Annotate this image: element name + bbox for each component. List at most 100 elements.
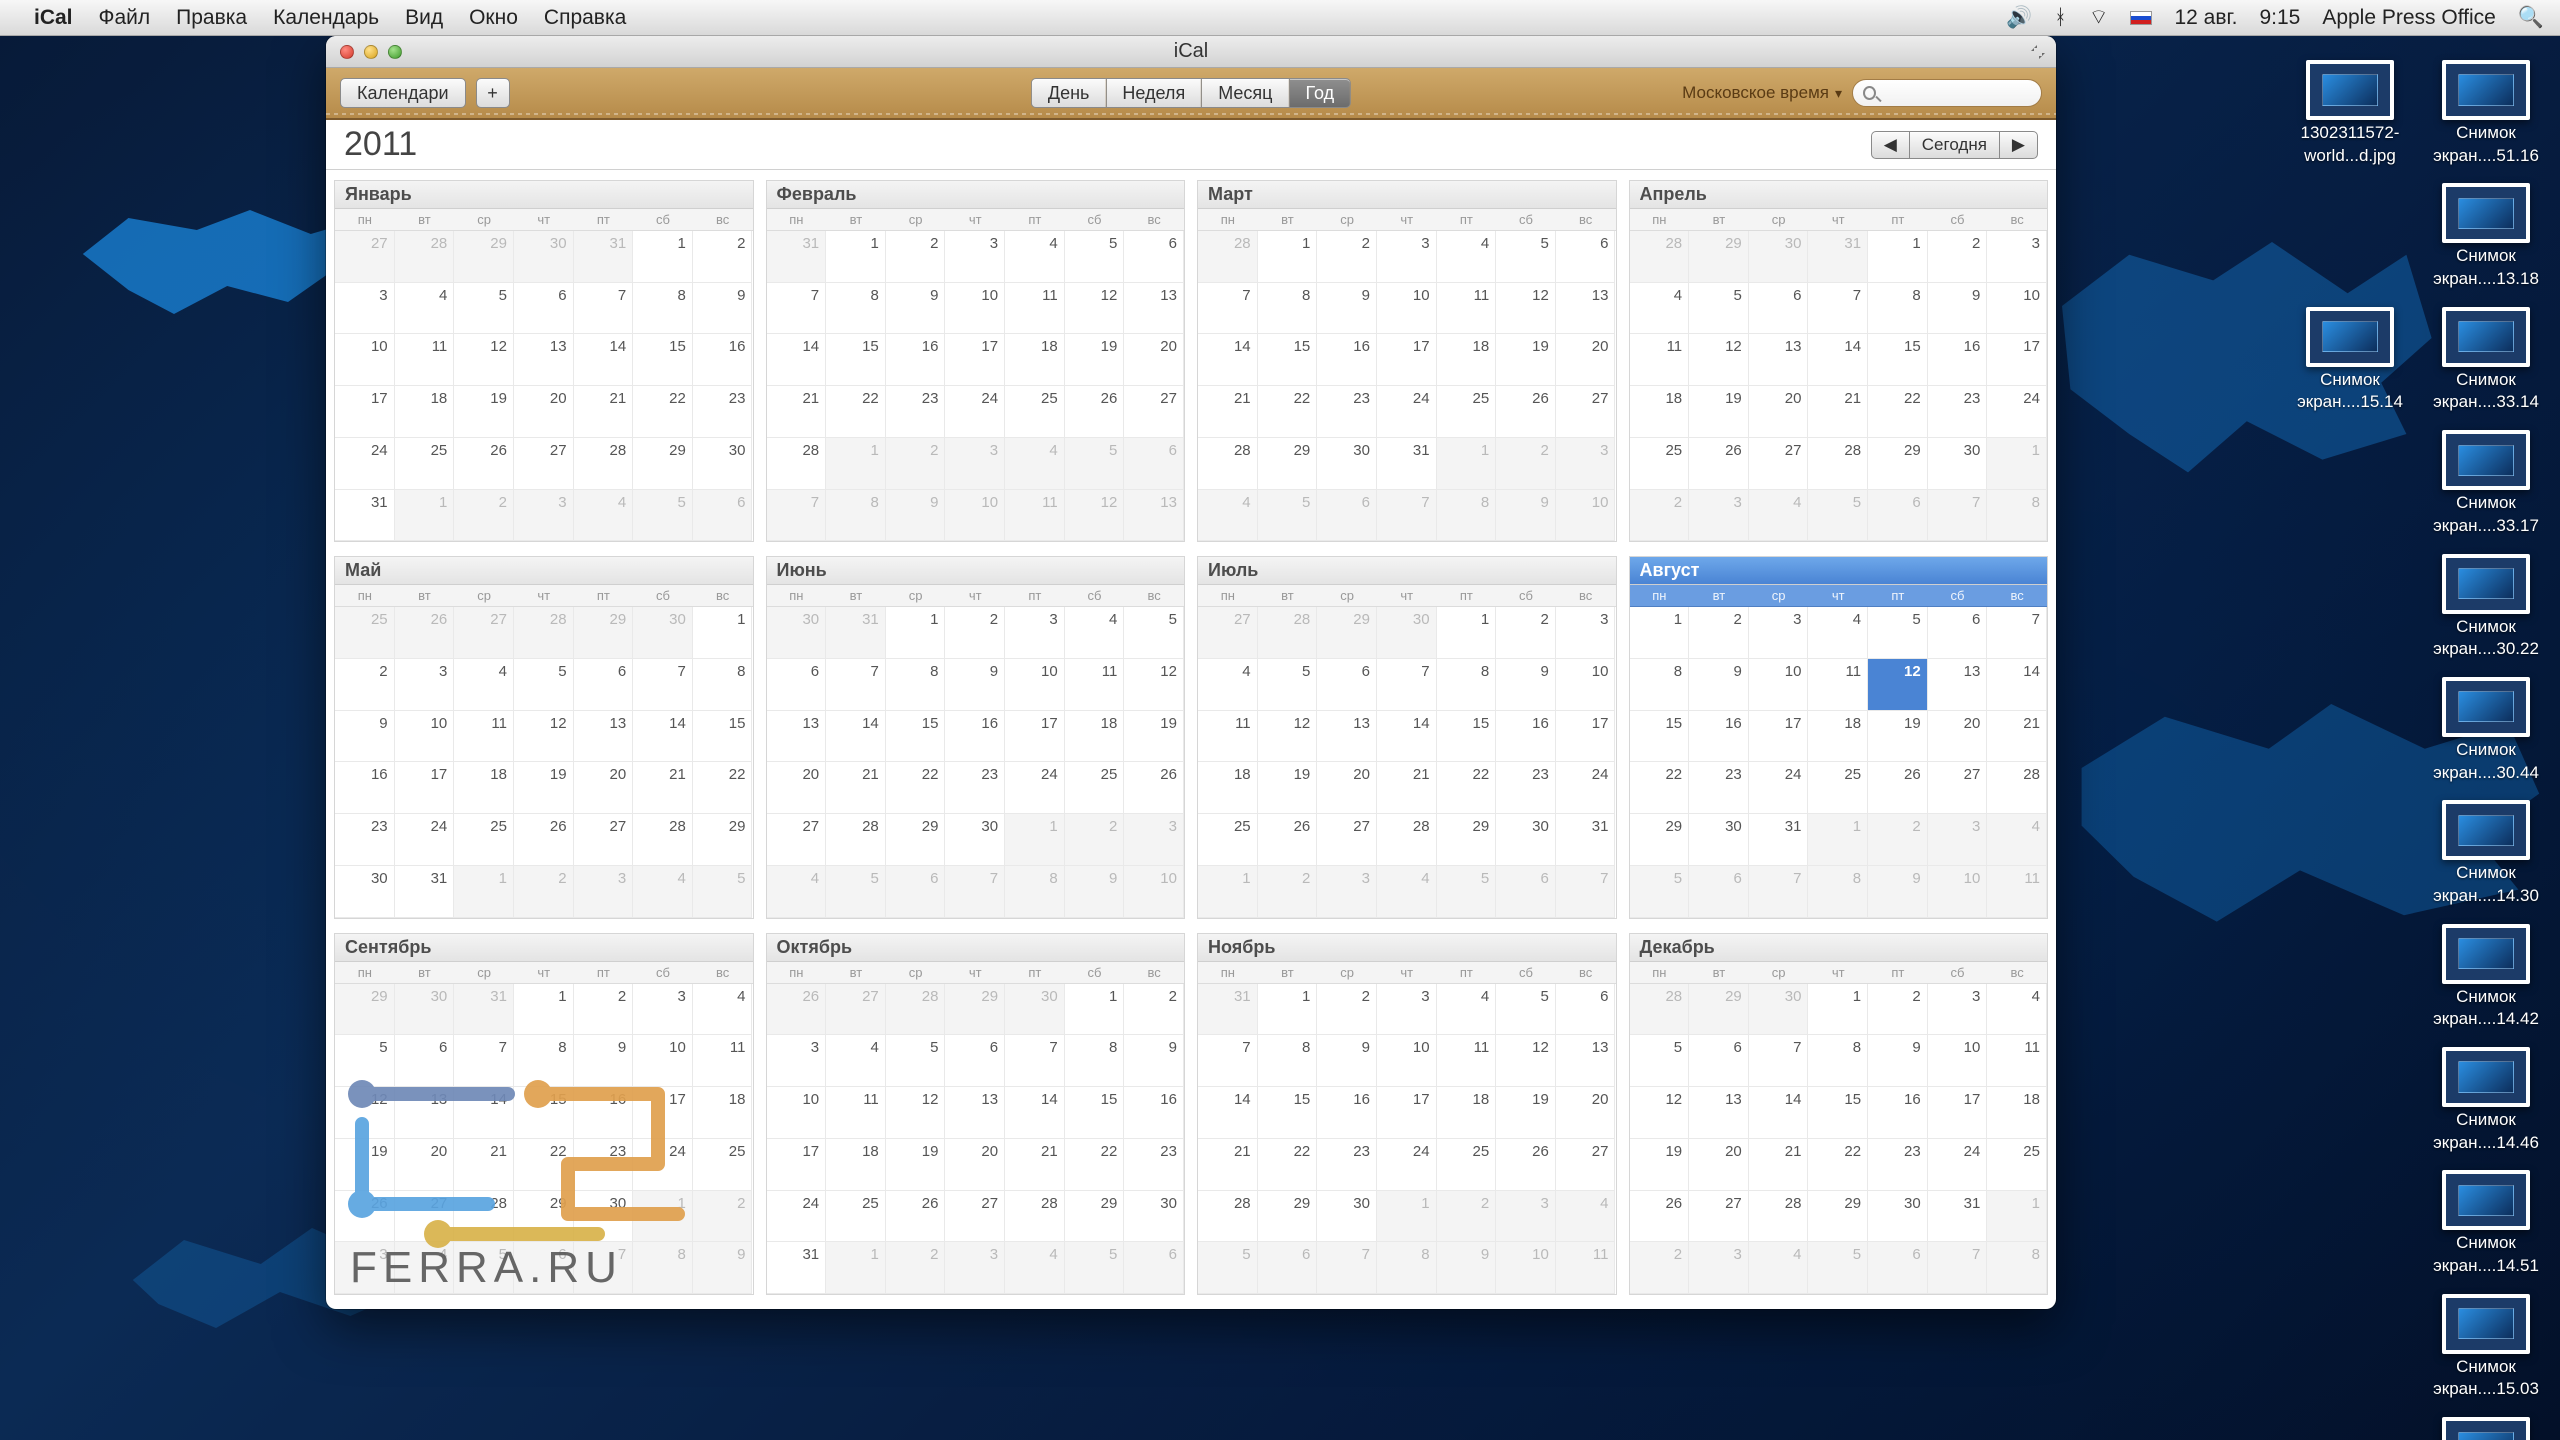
day-cell[interactable]: 2: [886, 231, 946, 283]
day-cell[interactable]: 5: [1496, 231, 1556, 283]
timezone-dropdown[interactable]: Московское время ▾: [1682, 83, 1842, 103]
day-cell[interactable]: 16: [1317, 1087, 1377, 1139]
month-Август[interactable]: Августпнвтсрчтптсбвс12345678910111213141…: [1629, 556, 2049, 918]
day-cell[interactable]: 7: [1928, 1242, 1988, 1294]
day-cell[interactable]: 6: [1317, 659, 1377, 711]
day-cell[interactable]: 8: [1005, 866, 1065, 918]
day-cell[interactable]: 27: [1317, 814, 1377, 866]
month-Март[interactable]: Мартпнвтсрчтптсбвс2812345678910111213141…: [1197, 180, 1617, 542]
day-cell[interactable]: 2: [1868, 814, 1928, 866]
day-cell[interactable]: 7: [767, 490, 827, 542]
day-cell[interactable]: 10: [633, 1035, 693, 1087]
day-cell[interactable]: 1: [633, 1191, 693, 1243]
day-cell[interactable]: 29: [633, 438, 693, 490]
day-cell[interactable]: 31: [1928, 1191, 1988, 1243]
day-cell[interactable]: 8: [1258, 1035, 1318, 1087]
day-cell[interactable]: 16: [1868, 1087, 1928, 1139]
day-cell[interactable]: 20: [1124, 334, 1184, 386]
day-cell[interactable]: 17: [1005, 711, 1065, 763]
day-cell[interactable]: 19: [514, 762, 574, 814]
day-cell[interactable]: 22: [886, 762, 946, 814]
day-cell[interactable]: 2: [1317, 984, 1377, 1036]
day-cell[interactable]: 25: [454, 814, 514, 866]
day-cell[interactable]: 1: [1808, 814, 1868, 866]
day-cell[interactable]: 29: [1437, 814, 1497, 866]
day-cell[interactable]: 19: [886, 1139, 946, 1191]
day-cell[interactable]: 18: [1005, 334, 1065, 386]
desktop-file-icon[interactable]: Снимокэкран....14.30: [2426, 800, 2546, 905]
day-cell[interactable]: 11: [1987, 1035, 2047, 1087]
day-cell[interactable]: 2: [1317, 231, 1377, 283]
day-cell[interactable]: 1: [1437, 607, 1497, 659]
day-cell[interactable]: 21: [1005, 1139, 1065, 1191]
month-Апрель[interactable]: Апрельпнвтсрчтптсбвс28293031123456789101…: [1629, 180, 2049, 542]
day-cell[interactable]: 1: [886, 607, 946, 659]
wifi-icon[interactable]: ⌔: [2089, 5, 2109, 31]
day-cell[interactable]: 11: [1065, 659, 1125, 711]
day-cell[interactable]: 28: [633, 814, 693, 866]
day-cell[interactable]: 2: [335, 659, 395, 711]
day-cell[interactable]: 25: [1630, 438, 1690, 490]
day-cell[interactable]: 28: [1198, 231, 1258, 283]
day-cell[interactable]: 4: [1630, 283, 1690, 335]
day-cell[interactable]: 17: [1377, 1087, 1437, 1139]
day-cell[interactable]: 12: [1689, 334, 1749, 386]
day-cell[interactable]: 12: [1630, 1087, 1690, 1139]
day-cell[interactable]: 26: [395, 607, 455, 659]
day-cell[interactable]: 8: [1437, 659, 1497, 711]
day-cell[interactable]: 10: [1377, 1035, 1437, 1087]
day-cell[interactable]: 23: [1124, 1139, 1184, 1191]
day-cell[interactable]: 28: [1198, 1191, 1258, 1243]
day-cell[interactable]: 10: [1124, 866, 1184, 918]
day-cell[interactable]: 20: [1749, 386, 1809, 438]
day-cell[interactable]: 9: [886, 490, 946, 542]
day-cell[interactable]: 24: [1749, 762, 1809, 814]
day-cell[interactable]: 31: [1808, 231, 1868, 283]
month-Октябрь[interactable]: Октябрьпнвтсрчтптсбвс2627282930123456789…: [766, 933, 1186, 1295]
day-cell[interactable]: 5: [1065, 1242, 1125, 1294]
day-cell[interactable]: 5: [1258, 490, 1318, 542]
day-cell[interactable]: 30: [1749, 984, 1809, 1036]
day-cell[interactable]: 28: [1377, 814, 1437, 866]
day-cell[interactable]: 6: [1868, 1242, 1928, 1294]
day-cell[interactable]: 28: [1005, 1191, 1065, 1243]
day-cell[interactable]: 1: [1258, 231, 1318, 283]
day-cell[interactable]: 9: [693, 1242, 753, 1294]
day-cell[interactable]: 17: [1749, 711, 1809, 763]
day-cell[interactable]: 27: [1556, 1139, 1616, 1191]
day-cell[interactable]: 30: [767, 607, 827, 659]
add-button[interactable]: +: [476, 78, 510, 108]
day-cell[interactable]: 31: [454, 984, 514, 1036]
volume-icon[interactable]: 🔊: [2006, 6, 2032, 30]
day-cell[interactable]: 27: [945, 1191, 1005, 1243]
day-cell[interactable]: 2: [693, 231, 753, 283]
day-cell[interactable]: 25: [395, 438, 455, 490]
day-cell[interactable]: 14: [454, 1087, 514, 1139]
day-cell[interactable]: 4: [1556, 1191, 1616, 1243]
day-cell[interactable]: 24: [1556, 762, 1616, 814]
day-cell[interactable]: 24: [395, 814, 455, 866]
day-cell[interactable]: 25: [1005, 386, 1065, 438]
day-cell[interactable]: 25: [693, 1139, 753, 1191]
day-cell[interactable]: 29: [945, 984, 1005, 1036]
day-cell[interactable]: 29: [574, 607, 634, 659]
day-cell[interactable]: 22: [514, 1139, 574, 1191]
day-cell[interactable]: 4: [633, 866, 693, 918]
day-cell[interactable]: 8: [1437, 490, 1497, 542]
day-cell[interactable]: 5: [1808, 490, 1868, 542]
day-cell[interactable]: 9: [1689, 659, 1749, 711]
day-cell[interactable]: 29: [886, 814, 946, 866]
day-cell[interactable]: 3: [1556, 607, 1616, 659]
day-cell[interactable]: 24: [945, 386, 1005, 438]
day-cell[interactable]: 11: [1630, 334, 1690, 386]
day-cell[interactable]: 29: [1808, 1191, 1868, 1243]
day-cell[interactable]: 5: [633, 490, 693, 542]
day-cell[interactable]: 1: [1258, 984, 1318, 1036]
day-cell[interactable]: 26: [886, 1191, 946, 1243]
day-cell[interactable]: 5: [454, 283, 514, 335]
day-cell[interactable]: 5: [1258, 659, 1318, 711]
day-cell[interactable]: 26: [1868, 762, 1928, 814]
day-cell[interactable]: 4: [574, 490, 634, 542]
day-cell[interactable]: 28: [767, 438, 827, 490]
day-cell[interactable]: 17: [633, 1087, 693, 1139]
